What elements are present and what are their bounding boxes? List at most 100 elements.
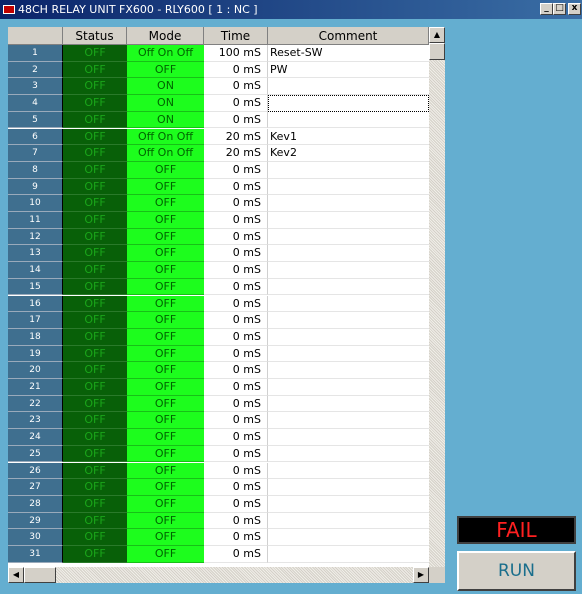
- mode-cell[interactable]: OFF: [127, 495, 204, 513]
- comment-cell[interactable]: [268, 546, 429, 563]
- time-cell[interactable]: 0 mS: [204, 95, 268, 112]
- mode-cell[interactable]: OFF: [127, 529, 204, 546]
- status-cell[interactable]: OFF: [63, 128, 127, 146]
- table-row[interactable]: 4 OFF ON 0 mS: [8, 95, 429, 112]
- comment-cell[interactable]: Kev1: [268, 128, 429, 146]
- mode-cell[interactable]: ON: [127, 111, 204, 129]
- table-row[interactable]: 1 OFF Off On Off 100 mS Reset-SW: [8, 45, 429, 62]
- status-cell[interactable]: OFF: [63, 479, 127, 496]
- status-cell[interactable]: OFF: [63, 546, 127, 563]
- time-cell[interactable]: 20 mS: [204, 145, 268, 162]
- maximize-button[interactable]: □: [553, 3, 566, 15]
- table-row[interactable]: 5 OFF ON 0 mS: [8, 111, 429, 129]
- mode-cell[interactable]: OFF: [127, 479, 204, 496]
- horizontal-scrollbar[interactable]: ◀ ▶: [8, 567, 429, 583]
- comment-cell[interactable]: [268, 462, 429, 480]
- mode-cell[interactable]: OFF: [127, 512, 204, 530]
- status-cell[interactable]: OFF: [63, 45, 127, 62]
- mode-cell[interactable]: OFF: [127, 161, 204, 179]
- time-cell[interactable]: 0 mS: [204, 278, 268, 296]
- status-cell[interactable]: OFF: [63, 111, 127, 129]
- comment-cell[interactable]: [268, 379, 429, 396]
- status-cell[interactable]: OFF: [63, 529, 127, 546]
- table-row[interactable]: 11 OFF OFF 0 mS: [8, 212, 429, 229]
- table-row[interactable]: 15 OFF OFF 0 mS: [8, 278, 429, 296]
- comment-cell[interactable]: [268, 161, 429, 179]
- comment-cell[interactable]: [268, 95, 429, 112]
- table-row[interactable]: 31 OFF OFF 0 mS: [8, 546, 429, 563]
- comment-cell[interactable]: [268, 178, 429, 196]
- scroll-left-button[interactable]: ◀: [8, 567, 24, 583]
- comment-cell[interactable]: [268, 312, 429, 329]
- mode-cell[interactable]: OFF: [127, 462, 204, 480]
- header-time[interactable]: Time: [204, 27, 268, 45]
- mode-cell[interactable]: OFF: [127, 429, 204, 446]
- table-row[interactable]: 29 OFF OFF 0 mS: [8, 512, 429, 530]
- time-cell[interactable]: 0 mS: [204, 479, 268, 496]
- mode-cell[interactable]: OFF: [127, 345, 204, 363]
- table-row[interactable]: 16 OFF OFF 0 mS: [8, 295, 429, 313]
- close-button[interactable]: x: [568, 3, 581, 15]
- time-cell[interactable]: 0 mS: [204, 262, 268, 279]
- time-cell[interactable]: 0 mS: [204, 312, 268, 329]
- comment-cell[interactable]: [268, 479, 429, 496]
- status-cell[interactable]: OFF: [63, 78, 127, 96]
- status-cell[interactable]: OFF: [63, 262, 127, 279]
- mode-cell[interactable]: ON: [127, 78, 204, 96]
- comment-cell[interactable]: [268, 495, 429, 513]
- table-row[interactable]: 22 OFF OFF 0 mS: [8, 395, 429, 413]
- time-cell[interactable]: 0 mS: [204, 328, 268, 346]
- vertical-scroll-thumb[interactable]: [429, 43, 445, 60]
- scroll-right-button[interactable]: ▶: [413, 567, 429, 583]
- header-status[interactable]: Status: [63, 27, 127, 45]
- mode-cell[interactable]: OFF: [127, 362, 204, 379]
- status-cell[interactable]: OFF: [63, 145, 127, 162]
- status-cell[interactable]: OFF: [63, 412, 127, 430]
- comment-cell[interactable]: [268, 512, 429, 530]
- time-cell[interactable]: 20 mS: [204, 128, 268, 146]
- time-cell[interactable]: 0 mS: [204, 345, 268, 363]
- status-cell[interactable]: OFF: [63, 212, 127, 229]
- comment-cell[interactable]: [268, 445, 429, 463]
- table-row[interactable]: 21 OFF OFF 0 mS: [8, 379, 429, 396]
- status-cell[interactable]: OFF: [63, 312, 127, 329]
- status-cell[interactable]: OFF: [63, 395, 127, 413]
- table-row[interactable]: 25 OFF OFF 0 mS: [8, 445, 429, 463]
- comment-cell[interactable]: [268, 278, 429, 296]
- status-cell[interactable]: OFF: [63, 512, 127, 530]
- comment-cell[interactable]: [268, 295, 429, 313]
- comment-cell[interactable]: [268, 262, 429, 279]
- status-cell[interactable]: OFF: [63, 462, 127, 480]
- time-cell[interactable]: 0 mS: [204, 295, 268, 313]
- status-cell[interactable]: OFF: [63, 362, 127, 379]
- status-cell[interactable]: OFF: [63, 178, 127, 196]
- table-row[interactable]: 10 OFF OFF 0 mS: [8, 195, 429, 212]
- mode-cell[interactable]: OFF: [127, 295, 204, 313]
- mode-cell[interactable]: Off On Off: [127, 45, 204, 62]
- time-cell[interactable]: 0 mS: [204, 212, 268, 229]
- status-cell[interactable]: OFF: [63, 61, 127, 79]
- table-row[interactable]: 12 OFF OFF 0 mS: [8, 228, 429, 246]
- mode-cell[interactable]: ON: [127, 95, 204, 112]
- vertical-scrollbar[interactable]: ▲ ▼: [429, 27, 445, 583]
- header-comment[interactable]: Comment: [268, 27, 429, 45]
- comment-cell[interactable]: [268, 412, 429, 430]
- time-cell[interactable]: 0 mS: [204, 178, 268, 196]
- comment-cell[interactable]: [268, 328, 429, 346]
- mode-cell[interactable]: OFF: [127, 178, 204, 196]
- table-row[interactable]: 19 OFF OFF 0 mS: [8, 345, 429, 363]
- status-cell[interactable]: OFF: [63, 345, 127, 363]
- time-cell[interactable]: 100 mS: [204, 45, 268, 62]
- status-cell[interactable]: OFF: [63, 161, 127, 179]
- table-row[interactable]: 23 OFF OFF 0 mS: [8, 412, 429, 430]
- minimize-button[interactable]: _: [540, 3, 553, 15]
- status-cell[interactable]: OFF: [63, 195, 127, 212]
- mode-cell[interactable]: OFF: [127, 395, 204, 413]
- comment-cell[interactable]: [268, 395, 429, 413]
- status-cell[interactable]: OFF: [63, 429, 127, 446]
- table-row[interactable]: 8 OFF OFF 0 mS: [8, 161, 429, 179]
- time-cell[interactable]: 0 mS: [204, 445, 268, 463]
- status-cell[interactable]: OFF: [63, 245, 127, 263]
- table-row[interactable]: 2 OFF OFF 0 mS PW: [8, 61, 429, 79]
- table-row[interactable]: 28 OFF OFF 0 mS: [8, 495, 429, 513]
